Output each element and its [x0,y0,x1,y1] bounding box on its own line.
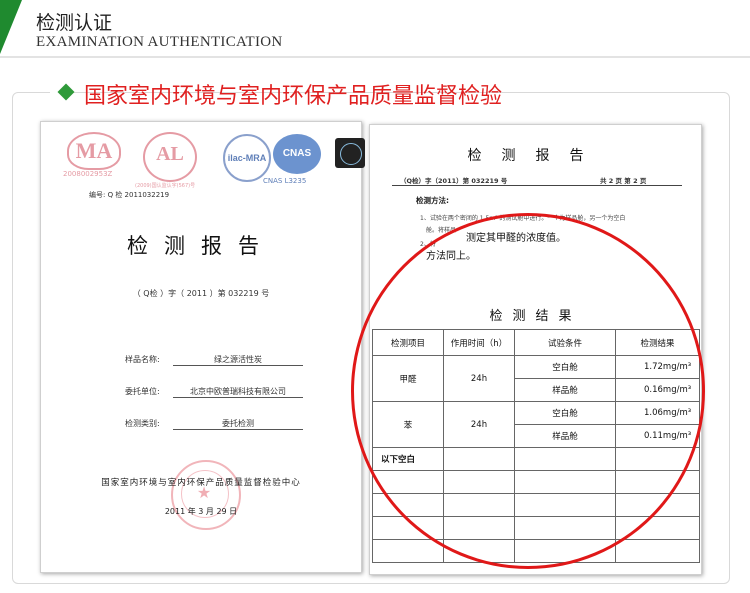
header-cell: 检测结果 [615,329,700,356]
report-results-image: 检测报告 （Q检）字（2011）第 032219 号 共 2 页 第 2 页 检… [369,124,702,575]
method-magnified-1: 测定其甲醛的浓度值。 [466,229,566,244]
method-magnified-2: 方法同上。 [426,251,476,262]
report-number: 编号: Q 检 2011032219 [89,191,170,199]
cnas-number: CNAS L3235 [263,177,307,185]
client-label: 委托单位: [125,387,160,396]
report-cover-image: MA 2008002953Z AL (2009)国认监认字(567)号 ilac… [40,121,365,573]
section-heading: 国家室内环境与室内环保产品质量监督检验 [50,78,502,109]
issue-date: 2011 年 3 月 29 日 [164,507,238,516]
report-title: 检测报告 [127,234,275,258]
table-row [372,539,700,563]
cnas-logo-icon: CNAS [273,134,321,174]
table-row [372,470,700,494]
page-header: 检测认证 EXAMINATION AUTHENTICATION [0,0,750,58]
result-cell: 1.72mg/m³ [615,355,700,379]
certification-logos: MA 2008002953Z AL (2009)国认监认字(567)号 ilac… [63,132,365,190]
results-title: 检测结果 [489,309,582,324]
time-cell: 24h [443,355,515,402]
result-cell: 0.11mg/m³ [615,424,700,448]
type-label: 检测类别: [125,419,160,428]
results-page-title: 检测报告 [467,148,604,164]
cal-mark: AL [156,143,184,165]
table-header-row: 检测项目 作用时间（h） 试验条件 检测结果 [372,329,700,356]
table-row: 甲醛 24h 空白舱 1.72mg/m³ [372,355,700,402]
table-row: 苯 24h 空白舱 1.06mg/m³ [372,401,700,448]
header-title-en: EXAMINATION AUTHENTICATION [36,34,283,50]
table-row [372,516,700,540]
cal-number: (2009)国认监认字(567)号 [135,183,196,189]
issuing-organization: 国家室内环境与室内环保产品质量监督检验中心 [101,478,301,488]
section-title: 国家室内环境与室内环保产品质量监督检验 [84,84,503,109]
sample-row: 样品名称: 绿之源活性炭 [125,354,303,366]
item-cell: 苯 [372,401,444,448]
result-cell: 0.16mg/m³ [615,378,700,402]
result-cell: 1.06mg/m³ [615,401,700,425]
header-divider [0,56,750,58]
cma-logo-icon: MA 2008002953Z [63,132,125,184]
condition-cell: 空白舱 [514,401,616,425]
qs-logo-icon [335,138,365,168]
official-stamp-icon: ★ [171,460,241,530]
client-row: 委托单位: 北京中欧普瑞科技有限公司 [125,386,303,398]
cma-number: 2008002953Z [63,170,113,178]
header-cell: 作用时间（h） [443,329,515,356]
item-cell: 甲醛 [372,355,444,402]
condition-cell: 空白舱 [514,355,616,379]
condition-cell: 样品舱 [514,424,616,448]
table-row: 以下空白 [372,447,700,471]
type-row: 检测类别: 委托检测 [125,418,303,430]
type-value: 委托检测 [173,418,303,430]
results-page-code: （Q检）字（2011）第 032219 号 [400,177,508,185]
results-page-rule [392,185,682,186]
method-heading: 检测方法: [416,196,449,205]
cma-mark: MA [67,132,121,170]
sample-label: 样品名称: [125,355,160,364]
sample-value: 绿之源活性炭 [173,354,303,366]
results-page-number: 共 2 页 第 2 页 [600,177,647,185]
header-title-cn: 检测认证 [36,12,113,34]
cal-logo-icon: AL (2009)国认监认字(567)号 [135,132,197,189]
client-value: 北京中欧普瑞科技有限公司 [173,386,303,398]
ilac-mra-logo-icon: ilac-MRA [223,134,271,182]
table-row [372,493,700,517]
blank-note-cell: 以下空白 [372,447,444,471]
method-line-2: 舱。将样品 [426,227,457,234]
results-table: 检测项目 作用时间（h） 试验条件 检测结果 甲醛 24h 空白舱 1.72mg… [372,329,700,563]
header-cell: 试验条件 [514,329,616,356]
time-cell: 24h [443,401,515,448]
header-accent-triangle [0,0,22,54]
header-cell: 检测项目 [372,329,444,356]
report-code: （ Q检 ）字（ 2011 ）第 032219 号 [132,289,270,298]
condition-cell: 样品舱 [514,378,616,402]
method-line-1: 1、试验在两个密闭的 1.5m³ 的测试舱中进行。一个为样品舱，另一个为空白 [420,215,626,222]
